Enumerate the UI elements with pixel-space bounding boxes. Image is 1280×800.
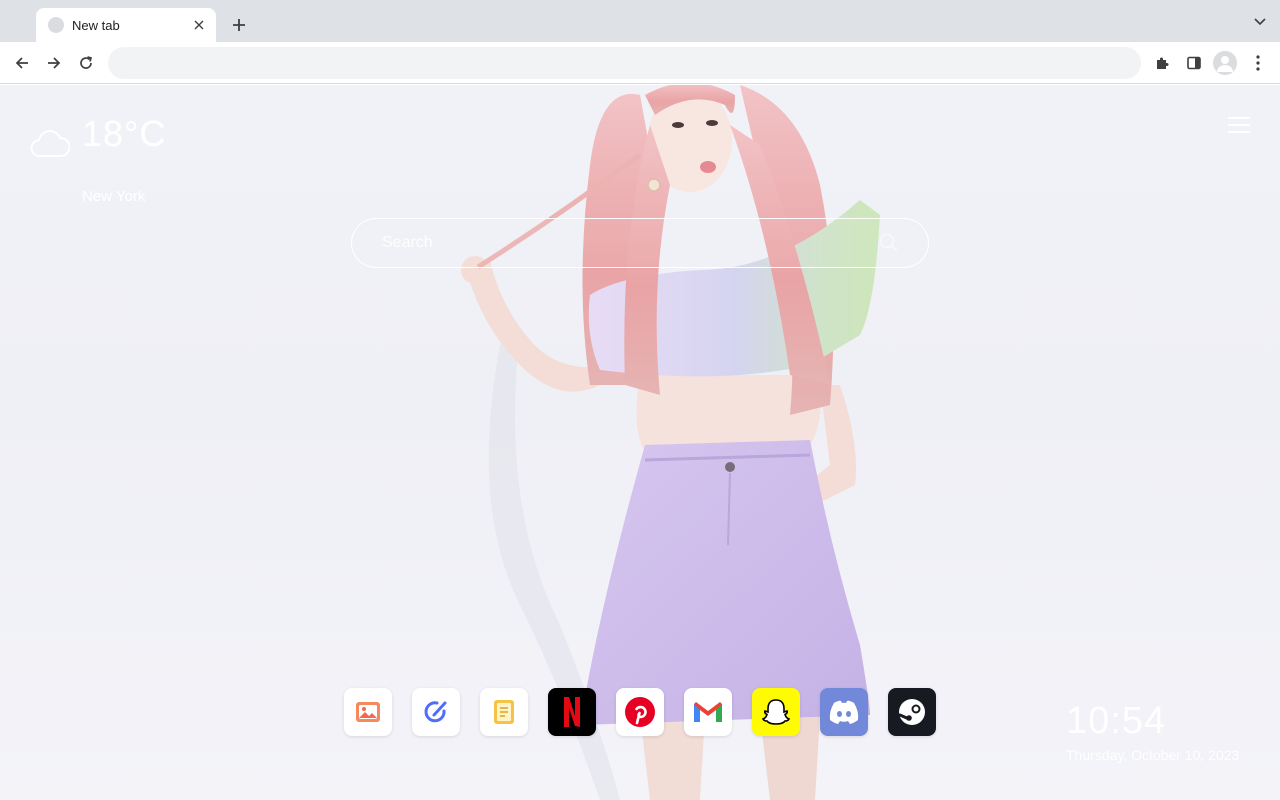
avatar-icon: [1217, 56, 1233, 72]
dock-item-discord[interactable]: [820, 688, 868, 736]
reload-icon: [80, 56, 93, 69]
dock-item-snapchat[interactable]: [752, 688, 800, 736]
clock-widget: 10:54 Thursday, October 10, 2023: [1066, 700, 1266, 763]
new-tab-page: 18°C New York Search 10:54 Thursday, Oct…: [0, 85, 1280, 800]
puzzle-icon: [1157, 57, 1169, 69]
extensions-button[interactable]: [1150, 51, 1174, 75]
dock-item-photos[interactable]: [344, 688, 392, 736]
side-panel-icon: [1187, 56, 1201, 70]
tab-search-button[interactable]: [1252, 14, 1268, 30]
browser-menu-button[interactable]: [1246, 51, 1270, 75]
reload-button[interactable]: [74, 51, 98, 75]
image-icon: [356, 702, 380, 722]
back-button[interactable]: [10, 51, 34, 75]
discord-icon: [829, 700, 859, 724]
arrow-left-icon: [15, 57, 28, 69]
profile-avatar-button[interactable]: [1213, 51, 1237, 75]
weather-widget[interactable]: 18°C New York: [30, 113, 230, 205]
tab-favicon-icon: [48, 17, 64, 33]
dock-item-steam[interactable]: [888, 688, 936, 736]
gmail-icon: [694, 702, 722, 722]
app-dock: [344, 688, 936, 736]
check-edit-icon: [424, 701, 447, 723]
side-panel-button[interactable]: [1182, 51, 1206, 75]
arrow-right-icon: [48, 57, 61, 69]
clock-date: Thursday, October 10, 2023: [1066, 747, 1240, 763]
dock-item-pinterest[interactable]: [616, 688, 664, 736]
hamburger-icon: [1228, 117, 1250, 119]
cloud-icon: [30, 130, 70, 157]
netflix-icon: [564, 697, 580, 727]
plus-icon: [233, 19, 245, 31]
new-tab-button[interactable]: [226, 12, 252, 38]
search-input[interactable]: [382, 219, 862, 266]
dock-item-todo[interactable]: [412, 688, 460, 736]
clock-time: 10:54: [1066, 700, 1167, 742]
dock-item-notes[interactable]: [480, 688, 528, 736]
close-icon[interactable]: [190, 16, 208, 34]
snapchat-icon: [761, 699, 791, 725]
forward-button[interactable]: [42, 51, 66, 75]
dock-item-gmail[interactable]: [684, 688, 732, 736]
settings-menu-button[interactable]: [1228, 115, 1250, 135]
dock-item-netflix[interactable]: [548, 688, 596, 736]
steam-icon: [898, 699, 925, 725]
chevron-down-icon: [1254, 18, 1266, 26]
pinterest-icon: [625, 697, 655, 727]
more-vertical-icon: [1256, 55, 1260, 71]
search-bar: [351, 218, 929, 268]
search-icon[interactable]: [878, 232, 900, 254]
notes-icon: [494, 700, 514, 724]
address-bar[interactable]: [108, 47, 1141, 79]
tab-new-tab[interactable]: New tab: [36, 8, 216, 42]
tab-strip: New tab: [0, 0, 1280, 42]
browser-toolbar: [0, 42, 1280, 84]
weather-city: New York: [82, 188, 146, 205]
tab-title: New tab: [72, 17, 120, 33]
weather-temperature: 18°C: [82, 113, 167, 154]
